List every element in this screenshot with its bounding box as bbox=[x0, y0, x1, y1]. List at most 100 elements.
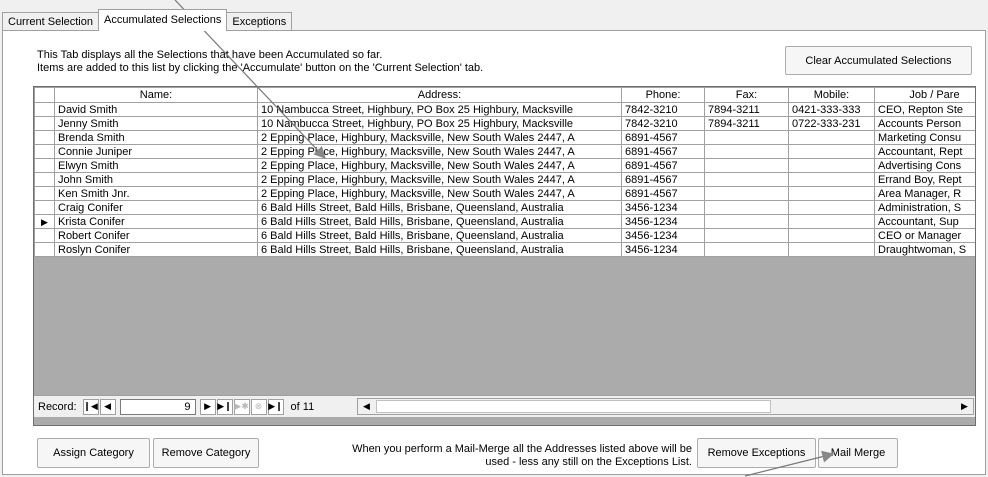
table-row[interactable]: Jenny Smith 10 Nambucca Street, Highbury,… bbox=[34, 116, 975, 131]
cell-phone[interactable]: 6891-4567 bbox=[621, 158, 705, 173]
record-selector[interactable]: ▶ bbox=[34, 214, 55, 229]
mail-merge-button[interactable]: Mail Merge bbox=[818, 438, 898, 468]
cell-phone[interactable]: 7842-3210 bbox=[621, 116, 705, 131]
cell-fax[interactable]: 7894-3211 bbox=[704, 116, 789, 131]
cell-mobile[interactable] bbox=[788, 130, 875, 145]
cell-name[interactable]: Roslyn Conifer bbox=[54, 242, 258, 257]
last-record-new-icon[interactable]: ▶❙ bbox=[267, 398, 284, 415]
current-record-input[interactable]: 9 bbox=[119, 398, 196, 415]
remove-exceptions-button[interactable]: Remove Exceptions bbox=[697, 438, 816, 468]
clear-accumulated-selections-button[interactable]: Clear Accumulated Selections bbox=[785, 46, 972, 75]
column-header-phone[interactable]: Phone: bbox=[621, 87, 705, 103]
cell-mobile[interactable] bbox=[788, 228, 875, 243]
cell-name[interactable]: Ken Smith Jnr. bbox=[54, 186, 258, 201]
cell-fax[interactable]: 7894-3211 bbox=[704, 102, 789, 117]
first-record-icon[interactable]: ❙◀ bbox=[82, 398, 99, 415]
tab-accumulated-selections[interactable]: Accumulated Selections bbox=[98, 9, 228, 31]
cell-name[interactable]: Elwyn Smith bbox=[54, 158, 258, 173]
cell-job[interactable]: Area Manager, R bbox=[874, 186, 975, 201]
record-selector[interactable] bbox=[34, 242, 55, 257]
cell-address[interactable]: 2 Epping Place, Highbury, Macksville, Ne… bbox=[257, 186, 622, 201]
scrollbar-thumb[interactable] bbox=[376, 400, 771, 413]
tab-current-selection[interactable]: Current Selection bbox=[2, 12, 99, 31]
cell-phone[interactable]: 3456-1234 bbox=[621, 228, 705, 243]
cell-job[interactable]: CEO, Repton Ste bbox=[874, 102, 975, 117]
record-selector[interactable] bbox=[34, 130, 55, 145]
cell-address[interactable]: 10 Nambucca Street, Highbury, PO Box 25 … bbox=[257, 102, 622, 117]
cell-job[interactable]: Administration, S bbox=[874, 200, 975, 215]
cell-phone[interactable]: 7842-3210 bbox=[621, 102, 705, 117]
cell-mobile[interactable] bbox=[788, 172, 875, 187]
record-selector[interactable] bbox=[34, 144, 55, 159]
column-header-job[interactable]: Job / Pare bbox=[874, 87, 975, 103]
cell-name[interactable]: Brenda Smith bbox=[54, 130, 258, 145]
table-row[interactable]: Brenda Smith 2 Epping Place, Highbury, Ma… bbox=[34, 130, 975, 145]
assign-category-button[interactable]: Assign Category bbox=[37, 438, 150, 468]
cell-address[interactable]: 2 Epping Place, Highbury, Macksville, Ne… bbox=[257, 158, 622, 173]
tab-exceptions[interactable]: Exceptions bbox=[226, 12, 293, 31]
table-row[interactable]: Elwyn Smith 2 Epping Place, Highbury, Mac… bbox=[34, 158, 975, 173]
cell-phone[interactable]: 3456-1234 bbox=[621, 214, 705, 229]
cell-fax[interactable] bbox=[704, 130, 789, 145]
cell-name[interactable]: Craig Conifer bbox=[54, 200, 258, 215]
cell-fax[interactable] bbox=[704, 158, 789, 173]
cell-name[interactable]: David Smith bbox=[54, 102, 258, 117]
cell-name[interactable]: Connie Juniper bbox=[54, 144, 258, 159]
column-header-address[interactable]: Address: bbox=[257, 87, 622, 103]
cell-fax[interactable] bbox=[704, 242, 789, 257]
record-selector[interactable] bbox=[34, 172, 55, 187]
last-record-icon[interactable]: ▶❙ bbox=[216, 398, 233, 415]
cell-address[interactable]: 10 Nambucca Street, Highbury, PO Box 25 … bbox=[257, 116, 622, 131]
cell-job[interactable]: Marketing Consu bbox=[874, 130, 975, 145]
cell-address[interactable]: 6 Bald Hills Street, Bald Hills, Brisban… bbox=[257, 214, 622, 229]
cell-mobile[interactable] bbox=[788, 242, 875, 257]
cell-fax[interactable] bbox=[704, 228, 789, 243]
cell-mobile[interactable] bbox=[788, 144, 875, 159]
table-row[interactable]: ▶ Krista Conifer 6 Bald Hills Street, Bald… bbox=[34, 214, 975, 229]
cell-phone[interactable]: 6891-4567 bbox=[621, 186, 705, 201]
table-row[interactable]: John Smith 2 Epping Place, Highbury, Mack… bbox=[34, 172, 975, 187]
cell-fax[interactable] bbox=[704, 214, 789, 229]
table-row[interactable]: Roslyn Conifer 6 Bald Hills Street, Bald … bbox=[34, 242, 975, 257]
cell-mobile[interactable] bbox=[788, 158, 875, 173]
cell-mobile[interactable] bbox=[788, 214, 875, 229]
cell-job[interactable]: Accountant, Rept bbox=[874, 144, 975, 159]
cell-address[interactable]: 6 Bald Hills Street, Bald Hills, Brisban… bbox=[257, 200, 622, 215]
table-row[interactable]: David Smith 10 Nambucca Street, Highbury,… bbox=[34, 102, 975, 117]
cell-mobile[interactable]: 0421-333-333 bbox=[788, 102, 875, 117]
table-row[interactable]: Craig Conifer 6 Bald Hills Street, Bald H… bbox=[34, 200, 975, 215]
cell-job[interactable]: Errand Boy, Rept bbox=[874, 172, 975, 187]
cell-address[interactable]: 2 Epping Place, Highbury, Macksville, Ne… bbox=[257, 172, 622, 187]
delete-record-icon[interactable]: ⊗ bbox=[250, 398, 267, 415]
column-header-fax[interactable]: Fax: bbox=[704, 87, 789, 103]
cell-name[interactable]: Krista Conifer bbox=[54, 214, 258, 229]
record-selector[interactable] bbox=[34, 102, 55, 117]
cell-fax[interactable] bbox=[704, 144, 789, 159]
cell-address[interactable]: 6 Bald Hills Street, Bald Hills, Brisban… bbox=[257, 242, 622, 257]
cell-address[interactable]: 2 Epping Place, Highbury, Macksville, Ne… bbox=[257, 130, 622, 145]
cell-job[interactable]: Accounts Person bbox=[874, 116, 975, 131]
record-selector[interactable] bbox=[34, 200, 55, 215]
cell-job[interactable]: Draughtwoman, S bbox=[874, 242, 975, 257]
cell-job[interactable]: CEO or Manager bbox=[874, 228, 975, 243]
cell-name[interactable]: John Smith bbox=[54, 172, 258, 187]
cell-address[interactable]: 2 Epping Place, Highbury, Macksville, Ne… bbox=[257, 144, 622, 159]
next-record-icon[interactable]: ▶ bbox=[199, 398, 216, 415]
cell-fax[interactable] bbox=[704, 172, 789, 187]
cell-mobile[interactable]: 0722-333-231 bbox=[788, 116, 875, 131]
cell-address[interactable]: 6 Bald Hills Street, Bald Hills, Brisban… bbox=[257, 228, 622, 243]
table-row[interactable]: Connie Juniper 2 Epping Place, Highbury, … bbox=[34, 144, 975, 159]
cell-phone[interactable]: 6891-4567 bbox=[621, 130, 705, 145]
scroll-right-icon[interactable]: ▶ bbox=[956, 399, 973, 414]
column-header-name[interactable]: Name: bbox=[54, 87, 258, 103]
record-selector[interactable] bbox=[34, 158, 55, 173]
table-row[interactable]: Robert Conifer 6 Bald Hills Street, Bald … bbox=[34, 228, 975, 243]
cell-phone[interactable]: 3456-1234 bbox=[621, 200, 705, 215]
cell-name[interactable]: Jenny Smith bbox=[54, 116, 258, 131]
record-selector[interactable] bbox=[34, 186, 55, 201]
cell-phone[interactable]: 6891-4567 bbox=[621, 172, 705, 187]
cell-job[interactable]: Accountant, Sup bbox=[874, 214, 975, 229]
horizontal-scrollbar[interactable]: ◀ ▶ bbox=[357, 398, 974, 415]
table-row[interactable]: Ken Smith Jnr. 2 Epping Place, Highbury, … bbox=[34, 186, 975, 201]
record-selector[interactable] bbox=[34, 228, 55, 243]
